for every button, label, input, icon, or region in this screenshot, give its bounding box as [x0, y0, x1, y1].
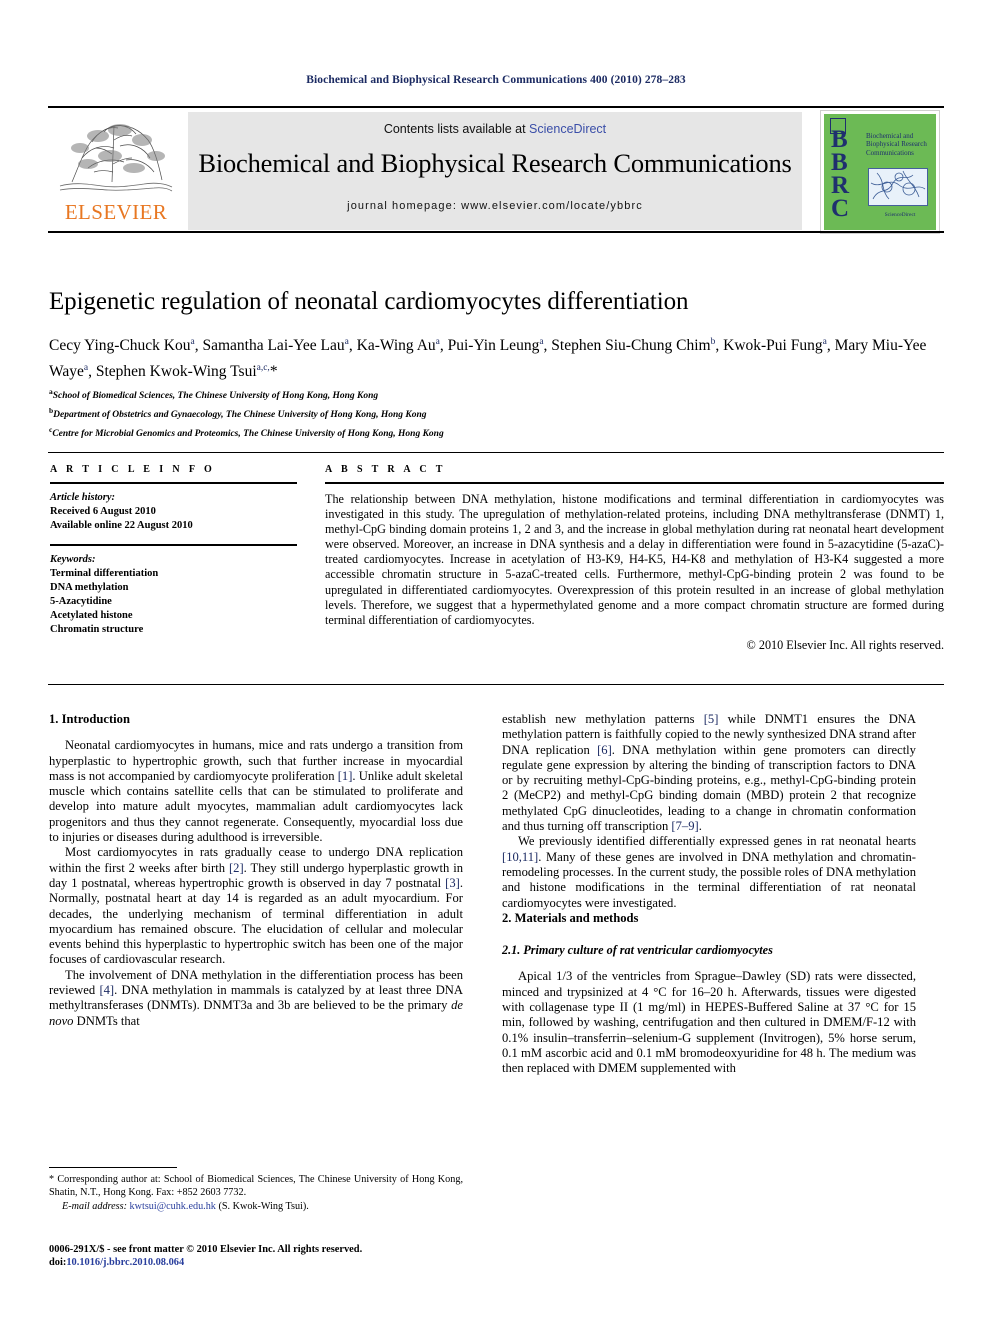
journal-banner: Contents lists available at ScienceDirec… — [188, 112, 802, 230]
info-block-bottom-rule — [48, 684, 944, 685]
article-history-received: Received 6 August 2010 — [50, 506, 156, 517]
abstract-column: A B S T R A C T The relationship between… — [325, 464, 944, 653]
footnote-rule — [49, 1167, 177, 1168]
affiliation-item: aSchool of Biomedical Sciences, The Chin… — [49, 387, 379, 402]
masthead-bottom-rule — [48, 231, 944, 233]
elsevier-wordmark: ELSEVIER — [64, 200, 168, 224]
citation-link[interactable]: [3] — [445, 876, 460, 890]
article-first-page: Biochemical and Biophysical Research Com… — [0, 0, 992, 1323]
email-owner: (S. Kwok-Wing Tsui). — [218, 1201, 309, 1213]
keyword-item: DNA methylation — [50, 582, 129, 593]
keyword-item: 5-Azacytidine — [50, 596, 112, 607]
info-block-top-rule — [48, 452, 944, 453]
subsection-heading-primary-culture: 2.1. Primary culture of rat ventricular … — [502, 943, 773, 958]
intro-continuation-paragraph: establish new methylation patterns [5] w… — [502, 712, 916, 834]
cover-image-panel — [868, 168, 928, 206]
intro-paragraph-2: Most cardiomyocytes in rats gradually ce… — [49, 845, 463, 967]
email-label: E-mail address: — [62, 1201, 127, 1213]
abstract-heading: A B S T R A C T — [325, 464, 446, 475]
cover-art: BBRC Biochemical and Biophysical Researc… — [824, 114, 936, 230]
affiliation-list: aSchool of Biomedical Sciences, The Chin… — [49, 385, 809, 441]
doi-label: doi: — [49, 1257, 67, 1269]
intro-paragraph-1: Neonatal cardiomyocytes in humans, mice … — [49, 738, 464, 845]
abstract-rule — [325, 482, 944, 484]
citation-link[interactable]: [7–9] — [671, 819, 698, 833]
info-abstract-block: A R T I C L E I N F O Article history: R… — [48, 452, 944, 685]
running-head: Biochemical and Biophysical Research Com… — [306, 74, 686, 86]
keywords-section: Keywords: Terminal differentiation DNA m… — [50, 553, 300, 637]
author-list: Cecy Ying-Chuck Koua, Samantha Lai-Yee L… — [49, 337, 927, 381]
article-info-rule — [50, 482, 297, 484]
citation-link[interactable]: [4] — [99, 983, 114, 997]
abstract-copyright: © 2010 Elsevier Inc. All rights reserved… — [746, 637, 944, 652]
keywords-label: Keywords: — [50, 554, 96, 565]
masthead-top-rule — [48, 106, 944, 108]
affiliation-item: bDepartment of Obstetrics and Gynaecolog… — [49, 405, 427, 420]
article-history: Article history: Received 6 August 2010 … — [50, 491, 300, 533]
abstract-text: The relationship between DNA methylation… — [325, 492, 944, 627]
sciencedirect-link[interactable]: ScienceDirect — [529, 122, 606, 136]
email-link[interactable]: kwtsui@cuhk.edu.hk — [130, 1201, 216, 1212]
contents-prefix: Contents lists available at — [383, 122, 530, 136]
citation-link[interactable]: [5] — [704, 712, 719, 726]
article-info-heading: A R T I C L E I N F O — [50, 464, 216, 475]
citation-link[interactable]: [1] — [338, 769, 353, 783]
intro-paragraph-3: The involvement of DNA methylation in th… — [49, 967, 463, 1028]
doi-link[interactable]: 10.1016/j.bbrc.2010.08.064 — [66, 1257, 184, 1268]
doi-line: doi:10.1016/j.bbrc.2010.08.064 — [49, 1256, 479, 1269]
methods-paragraph-1: Apical 1/3 of the ventricles from Spragu… — [502, 969, 916, 1076]
section-heading-introduction: 1. Introduction — [49, 712, 130, 726]
journal-cover-thumbnail: BBRC Biochemical and Biophysical Researc… — [820, 110, 940, 234]
cover-sciencedirect-caption: ScienceDirect — [884, 212, 916, 218]
body-column-left: 1. Introduction Neonatal cardiomyocytes … — [49, 712, 463, 1029]
corresponding-author-note: * Corresponding author at: School of Bio… — [49, 1174, 463, 1199]
intro-paragraph-4: We previously identified differentially … — [502, 834, 916, 910]
email-note: E-mail address: kwtsui@cuhk.edu.hk (S. K… — [49, 1200, 463, 1213]
keyword-item: Terminal differentiation — [50, 568, 159, 579]
body-column-right: establish new methylation patterns [5] w… — [502, 712, 916, 1077]
elsevier-logo: ELSEVIER — [52, 112, 180, 232]
journal-homepage[interactable]: journal homepage: www.elsevier.com/locat… — [188, 200, 802, 212]
citation-link[interactable]: [6] — [597, 743, 612, 757]
elsevier-tree-icon — [58, 112, 174, 198]
citation-link[interactable]: [2] — [229, 861, 244, 875]
affiliation-item: cCentre for Microbial Genomics and Prote… — [49, 424, 444, 439]
contents-available-line: Contents lists available at ScienceDirec… — [188, 122, 802, 136]
journal-title: Biochemical and Biophysical Research Com… — [198, 148, 792, 178]
keyword-item: Chromatin structure — [50, 624, 144, 635]
article-info-column: A R T I C L E I N F O Article history: R… — [50, 464, 300, 637]
keyword-item: Acetylated histone — [50, 610, 133, 621]
citation-link[interactable]: [10,11] — [502, 850, 538, 864]
cover-acronym: BBRC — [831, 126, 849, 222]
footnote-block: * Corresponding author at: School of Bio… — [49, 1167, 463, 1214]
article-history-online: Available online 22 August 2010 — [50, 520, 193, 531]
article-history-label: Article history: — [50, 492, 116, 503]
keywords-rule — [50, 544, 297, 546]
imprint-block: 0006-291X/$ - see front matter © 2010 El… — [49, 1243, 479, 1270]
issn-copyright-line: 0006-291X/$ - see front matter © 2010 El… — [49, 1244, 363, 1255]
page-title: Epigenetic regulation of neonatal cardio… — [49, 288, 689, 315]
journal-masthead: ELSEVIER Contents lists available at Sci… — [48, 106, 944, 234]
section-heading-materials-methods: 2. Materials and methods — [502, 910, 639, 925]
cover-journal-title: Biochemical and Biophysical Research Com… — [866, 132, 927, 157]
